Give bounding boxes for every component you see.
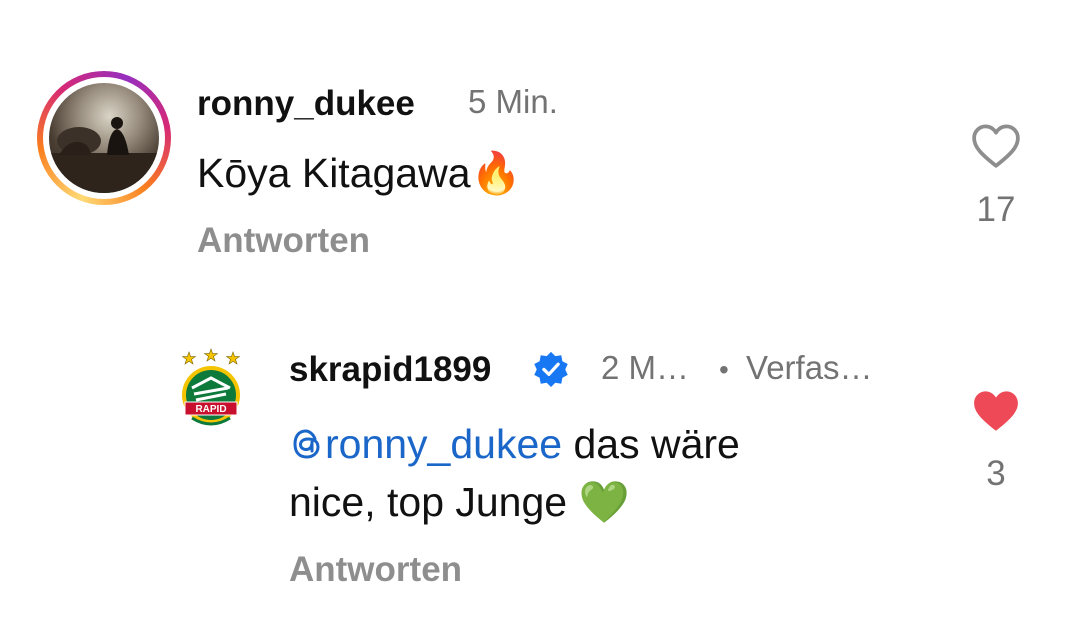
avatar[interactable]: RAPID — [178, 348, 244, 428]
mention-username[interactable]: ronny_dukee — [325, 421, 562, 467]
fire-emoji-icon: 🔥 — [470, 150, 522, 196]
verified-icon — [534, 351, 568, 388]
profile-photo-icon — [49, 117, 159, 193]
comment-body: Kōya Kitagawa — [197, 150, 471, 196]
heart-outline-icon — [972, 124, 1020, 168]
comment-username[interactable]: skrapid1899 — [289, 350, 491, 390]
reply-button[interactable]: Antworten — [197, 221, 370, 261]
rapid-crest-icon: RAPID — [181, 348, 241, 426]
like-button[interactable] — [971, 388, 1021, 434]
comment-username[interactable]: ronny_dukee — [197, 84, 415, 124]
comment-text: ronny_dukee das wäre nice, top Junge 💚 — [289, 416, 909, 530]
like-count[interactable]: 17 — [961, 190, 1031, 230]
author-label: Verfas… — [746, 349, 873, 386]
verified-badge — [532, 350, 570, 393]
comment-2: RAPID skrapid1899 2 M… • Verfas… ronny_d… — [0, 320, 1080, 620]
comment-text: Kōya Kitagawa🔥 — [197, 145, 522, 201]
mention-link[interactable]: ronny_dukee — [289, 421, 562, 467]
threads-icon — [293, 429, 320, 459]
comment-body-line1: das wäre — [562, 421, 740, 467]
svg-text:RAPID: RAPID — [195, 404, 226, 415]
comment-body-line2: nice, top Junge — [289, 479, 579, 525]
comment-1: ronny_dukee 5 Min. Kōya Kitagawa🔥 Antwor… — [0, 0, 1080, 300]
reply-button[interactable]: Antworten — [289, 550, 462, 590]
green-heart-emoji-icon: 💚 — [578, 479, 630, 525]
like-button[interactable] — [971, 123, 1021, 169]
separator-dot: • — [719, 354, 729, 385]
heart-filled-icon — [974, 391, 1018, 431]
comment-timestamp: 2 M… — [601, 349, 690, 386]
avatar[interactable] — [49, 83, 159, 193]
like-count[interactable]: 3 — [961, 454, 1031, 494]
comment-timestamp: 5 Min. — [468, 83, 558, 120]
